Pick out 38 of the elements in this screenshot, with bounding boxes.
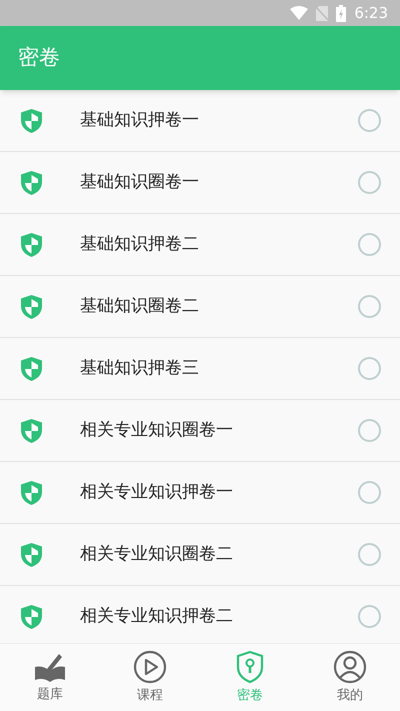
- status-time: 6:23: [354, 2, 388, 24]
- paper-title: 基础知识圈卷二: [80, 294, 200, 318]
- radio-button[interactable]: [358, 109, 381, 132]
- no-sim-icon: [316, 6, 328, 20]
- shield-keyhole-icon: [235, 650, 265, 684]
- shield-icon: [21, 604, 42, 628]
- nav-tab[interactable]: 题库: [0, 644, 100, 711]
- user-icon: [333, 650, 367, 684]
- radio-button[interactable]: [358, 357, 381, 380]
- paper-title: 相关专业知识押卷一: [80, 480, 234, 504]
- radio-button[interactable]: [358, 233, 381, 256]
- shield-icon: [21, 108, 42, 132]
- radio-button[interactable]: [358, 543, 381, 566]
- shield-icon: [21, 480, 42, 504]
- play-icon: [133, 650, 167, 684]
- nav-tab[interactable]: 课程: [100, 644, 200, 711]
- shield-icon: [21, 294, 42, 318]
- radio-button[interactable]: [358, 171, 381, 194]
- radio-button[interactable]: [358, 295, 381, 318]
- radio-button[interactable]: [358, 481, 381, 504]
- paper-title: 基础知识押卷二: [80, 232, 200, 256]
- paper-title: 基础知识押卷一: [80, 108, 200, 132]
- header-title: 密卷: [18, 44, 60, 72]
- paper-title: 基础知识圈卷一: [80, 170, 200, 194]
- paper-title: 相关专业知识圈卷一: [80, 418, 234, 442]
- shield-icon: [21, 356, 42, 380]
- battery-icon: [336, 4, 346, 22]
- nav-tab[interactable]: 我的: [300, 644, 400, 711]
- paper-title: 相关专业知识押卷二: [80, 604, 234, 628]
- shield-icon: [21, 418, 42, 442]
- shield-icon: [21, 542, 42, 566]
- shield-icon: [21, 232, 42, 256]
- paper-title: 基础知识押卷三: [80, 356, 200, 380]
- wifi-icon: [290, 6, 308, 20]
- radio-button[interactable]: [358, 419, 381, 442]
- shield-icon: [21, 170, 42, 194]
- radio-button[interactable]: [358, 605, 381, 628]
- paper-title: 相关专业知识圈卷二: [80, 542, 234, 566]
